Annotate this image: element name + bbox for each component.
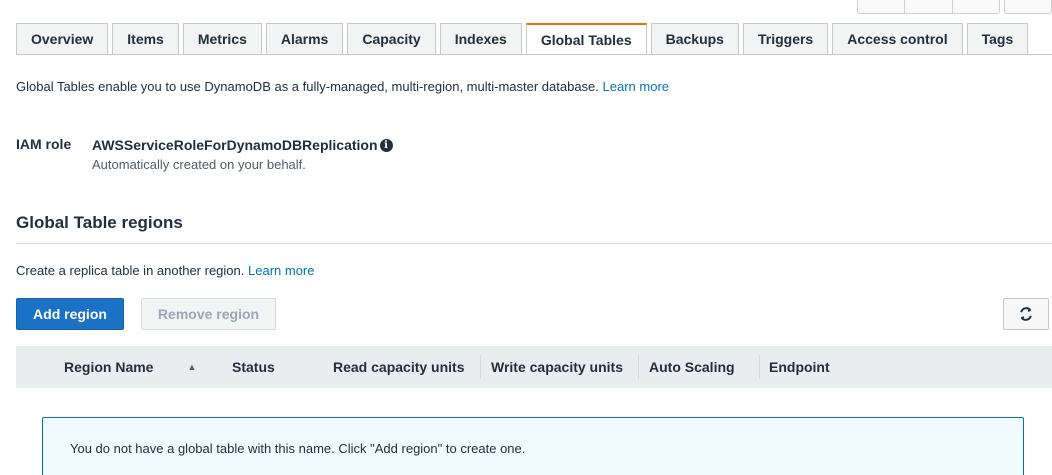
tab-triggers[interactable]: Triggers xyxy=(742,23,829,55)
section-title-global-table-regions: Global Table regions xyxy=(16,213,183,232)
remove-region-button: Remove region xyxy=(141,298,276,330)
replica-description-text: Create a replica table in another region… xyxy=(16,263,245,278)
iam-role-name: AWSServiceRoleForDynamoDBReplication xyxy=(92,137,378,153)
column-header-auto-scaling[interactable]: Auto Scaling xyxy=(649,346,735,388)
tab-alarms[interactable]: Alarms xyxy=(265,23,344,55)
tab-items[interactable]: Items xyxy=(112,23,179,55)
refresh-icon xyxy=(1020,307,1032,321)
add-region-button[interactable]: Add region xyxy=(16,298,124,330)
column-header-region-name[interactable]: Region Name ▲ xyxy=(64,346,196,388)
intro-learn-more-link[interactable]: Learn more xyxy=(603,79,669,94)
settings-button[interactable] xyxy=(1004,0,1052,14)
regions-table-header: Region Name ▲ Status Read capacity units… xyxy=(16,346,1052,388)
intro-text: Global Tables enable you to use DynamoDB… xyxy=(16,79,599,94)
sort-ascending-icon[interactable]: ▲ xyxy=(187,362,196,372)
view-toggle-button[interactable] xyxy=(857,0,905,14)
view-toggle-button[interactable] xyxy=(953,0,1000,14)
view-toggle-button[interactable] xyxy=(905,0,953,14)
replica-learn-more-link[interactable]: Learn more xyxy=(248,263,314,278)
column-header-write-capacity[interactable]: Write capacity units xyxy=(491,346,623,388)
tab-backups[interactable]: Backups xyxy=(650,23,739,55)
column-separator xyxy=(480,355,481,379)
replica-description: Create a replica table in another region… xyxy=(16,263,314,278)
intro-paragraph: Global Tables enable you to use DynamoDB… xyxy=(16,79,669,94)
tab-global-tables[interactable]: Global Tables xyxy=(525,23,647,55)
tab-tags[interactable]: Tags xyxy=(966,23,1029,55)
column-header-label: Region Name xyxy=(64,359,154,375)
tab-access-control[interactable]: Access control xyxy=(832,23,963,55)
column-header-status[interactable]: Status xyxy=(232,346,275,388)
empty-state-message: You do not have a global table with this… xyxy=(70,441,526,456)
column-header-read-capacity[interactable]: Read capacity units xyxy=(333,346,465,388)
tab-overview[interactable]: Overview xyxy=(16,23,109,55)
iam-role-value: AWSServiceRoleForDynamoDBReplication i xyxy=(92,137,393,153)
iam-role-note: Automatically created on your behalf. xyxy=(92,157,306,172)
iam-role-label: IAM role xyxy=(16,136,72,152)
section-divider xyxy=(16,243,1052,244)
refresh-button[interactable] xyxy=(1003,298,1049,330)
tabs-divider xyxy=(16,54,1052,55)
top-right-controls xyxy=(857,0,1052,14)
tab-bar: Overview Items Metrics Alarms Capacity I… xyxy=(16,23,1032,55)
info-circle-icon[interactable]: i xyxy=(379,138,393,152)
column-header-endpoint[interactable]: Endpoint xyxy=(769,346,830,388)
tab-indexes[interactable]: Indexes xyxy=(439,23,522,55)
tab-metrics[interactable]: Metrics xyxy=(182,23,262,55)
tab-capacity[interactable]: Capacity xyxy=(347,23,436,55)
view-toggle-group xyxy=(857,0,1000,14)
column-separator xyxy=(759,355,760,379)
column-separator xyxy=(638,355,639,379)
